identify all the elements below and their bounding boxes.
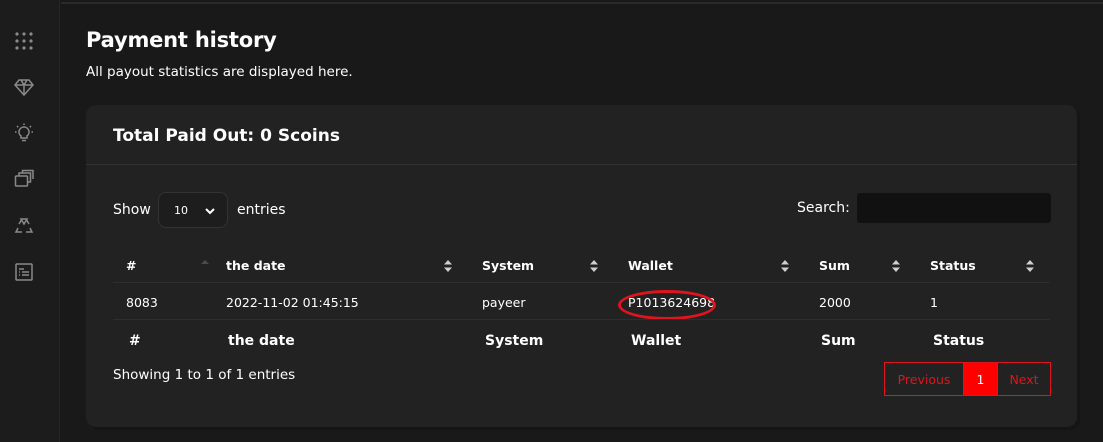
page-title: Payment history [86, 28, 277, 52]
sort-icon[interactable] [1025, 258, 1035, 274]
footer-header-wallet: Wallet [631, 333, 682, 349]
next-page-button[interactable]: Next [997, 363, 1050, 395]
cell-date: 2022-11-02 01:45:15 [226, 295, 359, 310]
document-icon[interactable] [12, 260, 36, 284]
column-header-status[interactable]: Status [930, 258, 976, 273]
recycle-icon[interactable] [12, 214, 36, 238]
cell-status: 1 [930, 295, 938, 310]
table-info: Showing 1 to 1 of 1 entries [113, 367, 296, 383]
page-subtitle: All payout statistics are displayed here… [86, 64, 353, 80]
footer-header-system: System [485, 333, 544, 349]
pagination: Previous 1 Next [884, 362, 1051, 396]
search-label: Search: [797, 200, 850, 216]
cell-sum: 2000 [819, 295, 851, 310]
header-divider [113, 282, 1050, 283]
total-paid-out: Total Paid Out: 0 Scoins [113, 126, 340, 146]
column-header-id[interactable]: # [126, 258, 136, 273]
column-header-wallet[interactable]: Wallet [628, 258, 673, 273]
cell-id: 8083 [126, 295, 158, 310]
footer-header-sum: Sum [821, 333, 856, 349]
payments-card: Total Paid Out: 0 Scoins Show 10 entries… [86, 105, 1077, 427]
search-input[interactable] [857, 193, 1051, 223]
sort-icon[interactable] [443, 258, 453, 274]
wallet-highlight-annotation [618, 290, 716, 320]
sort-icon[interactable] [589, 258, 599, 274]
column-header-sum[interactable]: Sum [819, 258, 850, 273]
card-header: Total Paid Out: 0 Scoins [86, 105, 1077, 165]
cell-system: payeer [482, 295, 526, 310]
footer-header-id: # [129, 333, 141, 349]
page-length-value: 10 [174, 204, 188, 217]
lightbulb-icon[interactable] [12, 121, 36, 145]
footer-header-status: Status [933, 333, 985, 349]
show-label: Show [113, 202, 151, 218]
chevron-down-icon [205, 208, 215, 215]
page-length-select[interactable]: 10 [158, 192, 228, 228]
diamond-icon[interactable] [12, 75, 36, 99]
sort-asc-icon[interactable] [200, 258, 210, 274]
previous-page-button[interactable]: Previous [885, 363, 964, 395]
top-divider [61, 2, 1103, 4]
grid-icon[interactable] [12, 29, 36, 53]
page-1-button[interactable]: 1 [964, 363, 997, 395]
column-header-system[interactable]: System [482, 258, 534, 273]
entries-label: entries [237, 202, 286, 218]
sidebar [0, 0, 60, 442]
row-divider [113, 319, 1050, 320]
sort-icon[interactable] [891, 258, 901, 274]
footer-header-date: the date [228, 333, 295, 349]
gallery-icon[interactable] [12, 167, 36, 191]
column-header-date[interactable]: the date [226, 258, 286, 273]
sort-icon[interactable] [780, 258, 790, 274]
